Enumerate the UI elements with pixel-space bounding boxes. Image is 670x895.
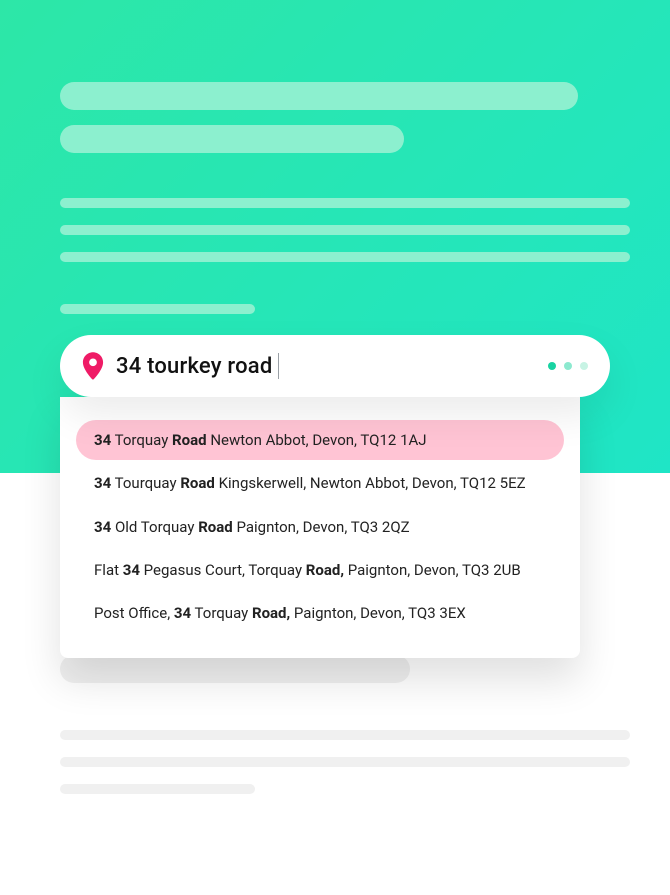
address-suggestion-item[interactable]: Post Office, 34 Torquay Road, Paignton, … bbox=[76, 593, 564, 633]
address-suggestion-item[interactable]: 34 Old Torquay Road Paignton, Devon, TQ3… bbox=[76, 507, 564, 547]
skeleton-title-line-2 bbox=[60, 125, 404, 153]
loading-dot-1 bbox=[548, 362, 556, 370]
skeleton-title-line-1 bbox=[60, 82, 578, 110]
loading-dot-3 bbox=[580, 362, 588, 370]
skeleton-lower-title bbox=[60, 655, 410, 683]
address-suggestion-item[interactable]: Flat 34 Pegasus Court, Torquay Road, Pai… bbox=[76, 550, 564, 590]
address-suggestion-item[interactable]: 34 Torquay Road Newton Abbot, Devon, TQ1… bbox=[76, 420, 564, 460]
loading-indicator bbox=[548, 362, 588, 370]
skeleton-lower-line-1 bbox=[60, 730, 630, 740]
search-query-text: 34 tourkey road bbox=[116, 354, 272, 379]
skeleton-body-line-1 bbox=[60, 198, 630, 208]
address-suggestion-item[interactable]: 34 Tourquay Road Kingskerwell, Newton Ab… bbox=[76, 463, 564, 503]
text-caret bbox=[278, 353, 279, 379]
skeleton-body-line-4 bbox=[60, 304, 255, 314]
map-pin-icon bbox=[82, 352, 104, 380]
address-suggestions-dropdown: 34 Torquay Road Newton Abbot, Devon, TQ1… bbox=[60, 397, 580, 658]
skeleton-lower-line-3 bbox=[60, 784, 255, 794]
loading-dot-2 bbox=[564, 362, 572, 370]
skeleton-body-line-2 bbox=[60, 225, 630, 235]
skeleton-lower-line-2 bbox=[60, 757, 630, 767]
skeleton-body-line-3 bbox=[60, 252, 630, 262]
address-search-field[interactable]: 34 tourkey road bbox=[60, 335, 610, 397]
